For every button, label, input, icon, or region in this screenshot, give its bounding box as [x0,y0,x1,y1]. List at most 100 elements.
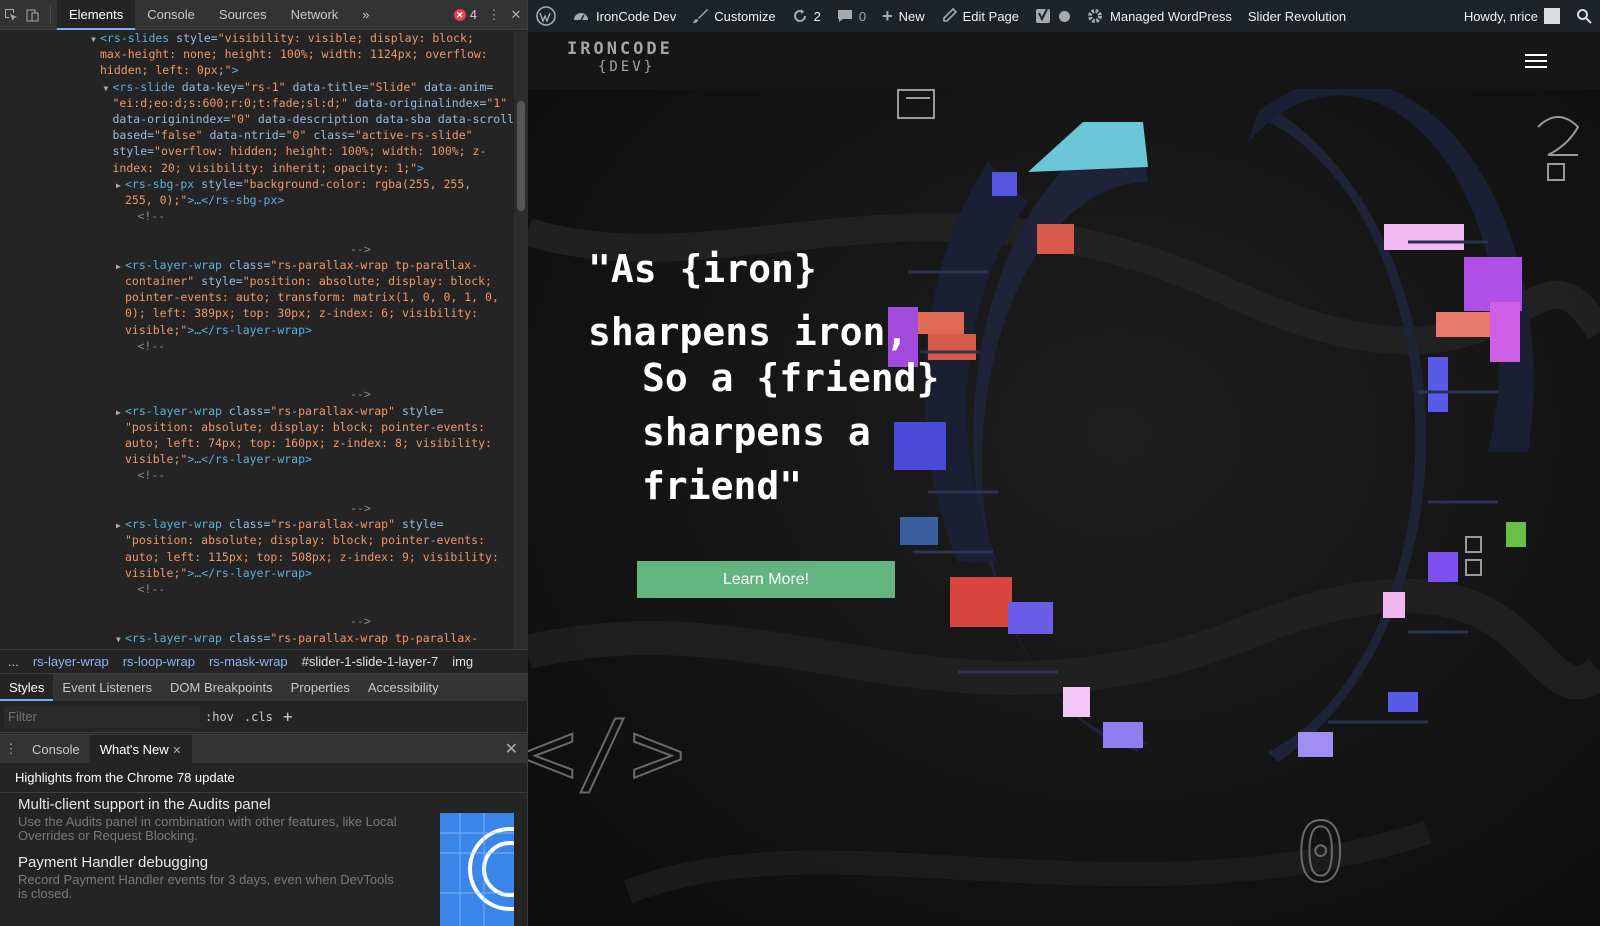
tab-dom-breakpoints[interactable]: DOM Breakpoints [161,674,282,701]
dom-node-line[interactable]: ▶ <rs-layer-wrap class="rs-parallax-wrap"… [0,404,514,420]
dom-node-line[interactable]: <!-- [0,582,514,598]
elements-tree[interactable]: ▼ <rs-slides style="visibility: visible; … [0,31,514,649]
dom-node-line[interactable]: 0); left: 389px; top: 30px; z-index: 6; … [0,306,514,322]
tab-event-listeners[interactable]: Event Listeners [53,674,161,701]
dom-node-line[interactable]: --> [0,387,514,403]
learn-more-button[interactable]: Learn More! [637,561,895,598]
dom-node-line[interactable]: --> [0,242,514,258]
breadcrumb-item[interactable]: rs-layer-wrap [33,654,109,669]
new-style-rule-button[interactable]: + [278,707,298,726]
dom-node-line[interactable]: ▶ <rs-sbg-px style="background-color: rgb… [0,177,514,193]
device-toolbar-icon[interactable] [22,0,44,30]
collapse-triangle-icon[interactable]: ▼ [116,632,125,647]
news-item[interactable]: Multi-client support in the Audits panel… [18,796,398,843]
dom-node-line[interactable]: style="overflow: hidden; height: 100%; w… [0,144,514,160]
hamburger-menu-icon[interactable] [1525,54,1547,69]
wp-customize[interactable]: Customize [684,0,783,32]
dom-node-line[interactable] [0,598,514,614]
close-drawer-icon[interactable]: ✕ [505,739,518,759]
dom-node-line[interactable] [0,355,514,371]
hover-state-toggle[interactable]: :hov [200,710,239,724]
breadcrumb-item[interactable]: img [452,654,473,669]
dom-node-line[interactable]: hidden; left: 0px;"> [0,63,514,79]
dom-node-line[interactable]: ▶ <rs-layer-wrap class="rs-parallax-wrap … [0,258,514,274]
inspect-element-icon[interactable] [0,0,22,30]
dom-node-line[interactable]: max-height: none; height: 100%; width: 1… [0,47,514,63]
dom-node-line[interactable]: index: 20; visibility: inherit; opacity:… [0,161,514,177]
wp-updates[interactable]: 2 [784,0,829,32]
dom-node-line[interactable] [0,485,514,501]
code-token: class= [313,128,355,143]
tab-network[interactable]: Network [279,0,351,30]
dom-node-line[interactable]: visible;">…</rs-layer-wrap> [0,566,514,582]
drawer-menu-icon[interactable]: ⋮ [0,734,22,764]
kebab-menu-icon[interactable]: ⋮ [483,0,505,30]
dom-node-line[interactable]: visible;">…</rs-layer-wrap> [0,323,514,339]
close-devtools-icon[interactable]: ✕ [505,0,527,30]
wp-search[interactable] [1568,0,1600,32]
wp-my-account[interactable]: Howdy, nrice [1456,0,1568,32]
dom-node-line[interactable]: ▼ <rs-slide data-key="rs-1" data-title="S… [0,80,514,96]
dom-node-line[interactable]: data-originindex="0" data-description da… [0,112,515,128]
site-logo[interactable]: IRONCODE [567,40,673,58]
line-spacer [104,145,113,160]
code-token: --> [350,241,371,256]
dom-node-line[interactable]: --> [0,614,514,630]
close-tab-icon[interactable]: ✕ [172,745,181,757]
wp-edit-page[interactable]: Edit Page [933,0,1027,32]
breadcrumb-item[interactable]: rs-mask-wrap [209,654,288,669]
dom-node-line[interactable]: "position: absolute; display: block; poi… [0,533,514,549]
code-token: <rs-slides [100,31,177,45]
collapse-triangle-icon[interactable]: ▼ [104,81,113,96]
dom-node-line[interactable]: auto; left: 115px; top: 508px; z-index: … [0,550,514,566]
error-counter[interactable]: ✕ 4 [453,7,483,22]
styles-filter-input[interactable] [4,705,200,728]
dom-node-line[interactable]: ▶ <rs-layer-wrap class="rs-parallax-wrap"… [0,517,514,533]
collapse-triangle-icon[interactable]: ▼ [91,32,100,47]
expand-triangle-icon[interactable]: ▶ [116,405,125,420]
expand-triangle-icon[interactable]: ▶ [116,518,125,533]
wp-comments[interactable]: 0 [829,0,874,32]
code-token: data-key= [181,79,245,94]
dom-node-line[interactable]: "position: absolute; display: block; poi… [0,420,514,436]
dom-node-line[interactable]: <!-- [0,339,514,355]
dom-node-line[interactable] [0,371,514,387]
dom-node-line[interactable] [0,225,514,241]
tab-console[interactable]: Console [135,0,207,30]
wp-slider-revolution[interactable]: Slider Revolution [1240,0,1354,32]
expand-triangle-icon[interactable]: ▶ [116,178,125,193]
drawer-tab-whats-new[interactable]: What's New ✕ [89,734,192,764]
breadcrumb-item-selected[interactable]: #slider-1-slide-1-layer-7 [302,654,439,669]
dom-node-line[interactable]: container" style="position: absolute; di… [0,274,514,290]
dom-node-line[interactable]: auto; left: 74px; top: 160px; z-index: 8… [0,436,514,452]
elements-scrollbar[interactable] [514,31,528,649]
dom-node-line[interactable]: based="false" data-ntrid="0" class="acti… [0,128,514,144]
wp-logo-menu[interactable] [528,0,564,32]
tab-accessibility[interactable]: Accessibility [359,674,448,701]
dom-node-line[interactable]: pointer-events: auto; transform: matrix(… [0,290,514,306]
dom-node-line[interactable]: <!-- [0,209,514,225]
more-tabs-button[interactable]: » [350,0,381,30]
breadcrumb-item[interactable]: rs-loop-wrap [123,654,195,669]
tab-sources[interactable]: Sources [207,0,279,30]
class-toggle[interactable]: .cls [239,710,278,724]
scrollbar-thumb[interactable] [517,101,525,211]
dom-node-line[interactable]: --> [0,501,514,517]
drawer-tab-console[interactable]: Console [22,735,90,764]
tab-elements[interactable]: Elements [57,0,136,30]
expand-triangle-icon[interactable]: ▶ [116,259,125,274]
news-item[interactable]: Payment Handler debugging Record Payment… [18,854,398,901]
wp-site-name[interactable]: IronCode Dev [564,0,684,32]
wp-yoast-menu[interactable] [1027,0,1078,32]
tab-properties[interactable]: Properties [282,674,359,701]
dom-node-line[interactable]: visible;">…</rs-layer-wrap> [0,452,514,468]
dom-node-line[interactable]: ▼ <rs-layer-wrap class="rs-parallax-wrap … [0,631,514,647]
dom-node-line[interactable]: <!-- [0,468,514,484]
dom-node-line[interactable]: "ei:d;eo:d;s:600;r:0;t:fade;sl:d;" data-… [0,96,514,112]
dom-node-line[interactable]: ▼ <rs-slides style="visibility: visible; … [0,31,514,47]
dom-node-line[interactable]: 255, 0);">…</rs-sbg-px> [0,193,514,209]
tab-styles[interactable]: Styles [0,674,54,701]
breadcrumb-overflow[interactable]: ... [8,654,19,669]
wp-new-content[interactable]: + New [874,0,933,32]
wp-managed-wordpress[interactable]: Managed WordPress [1078,0,1240,32]
